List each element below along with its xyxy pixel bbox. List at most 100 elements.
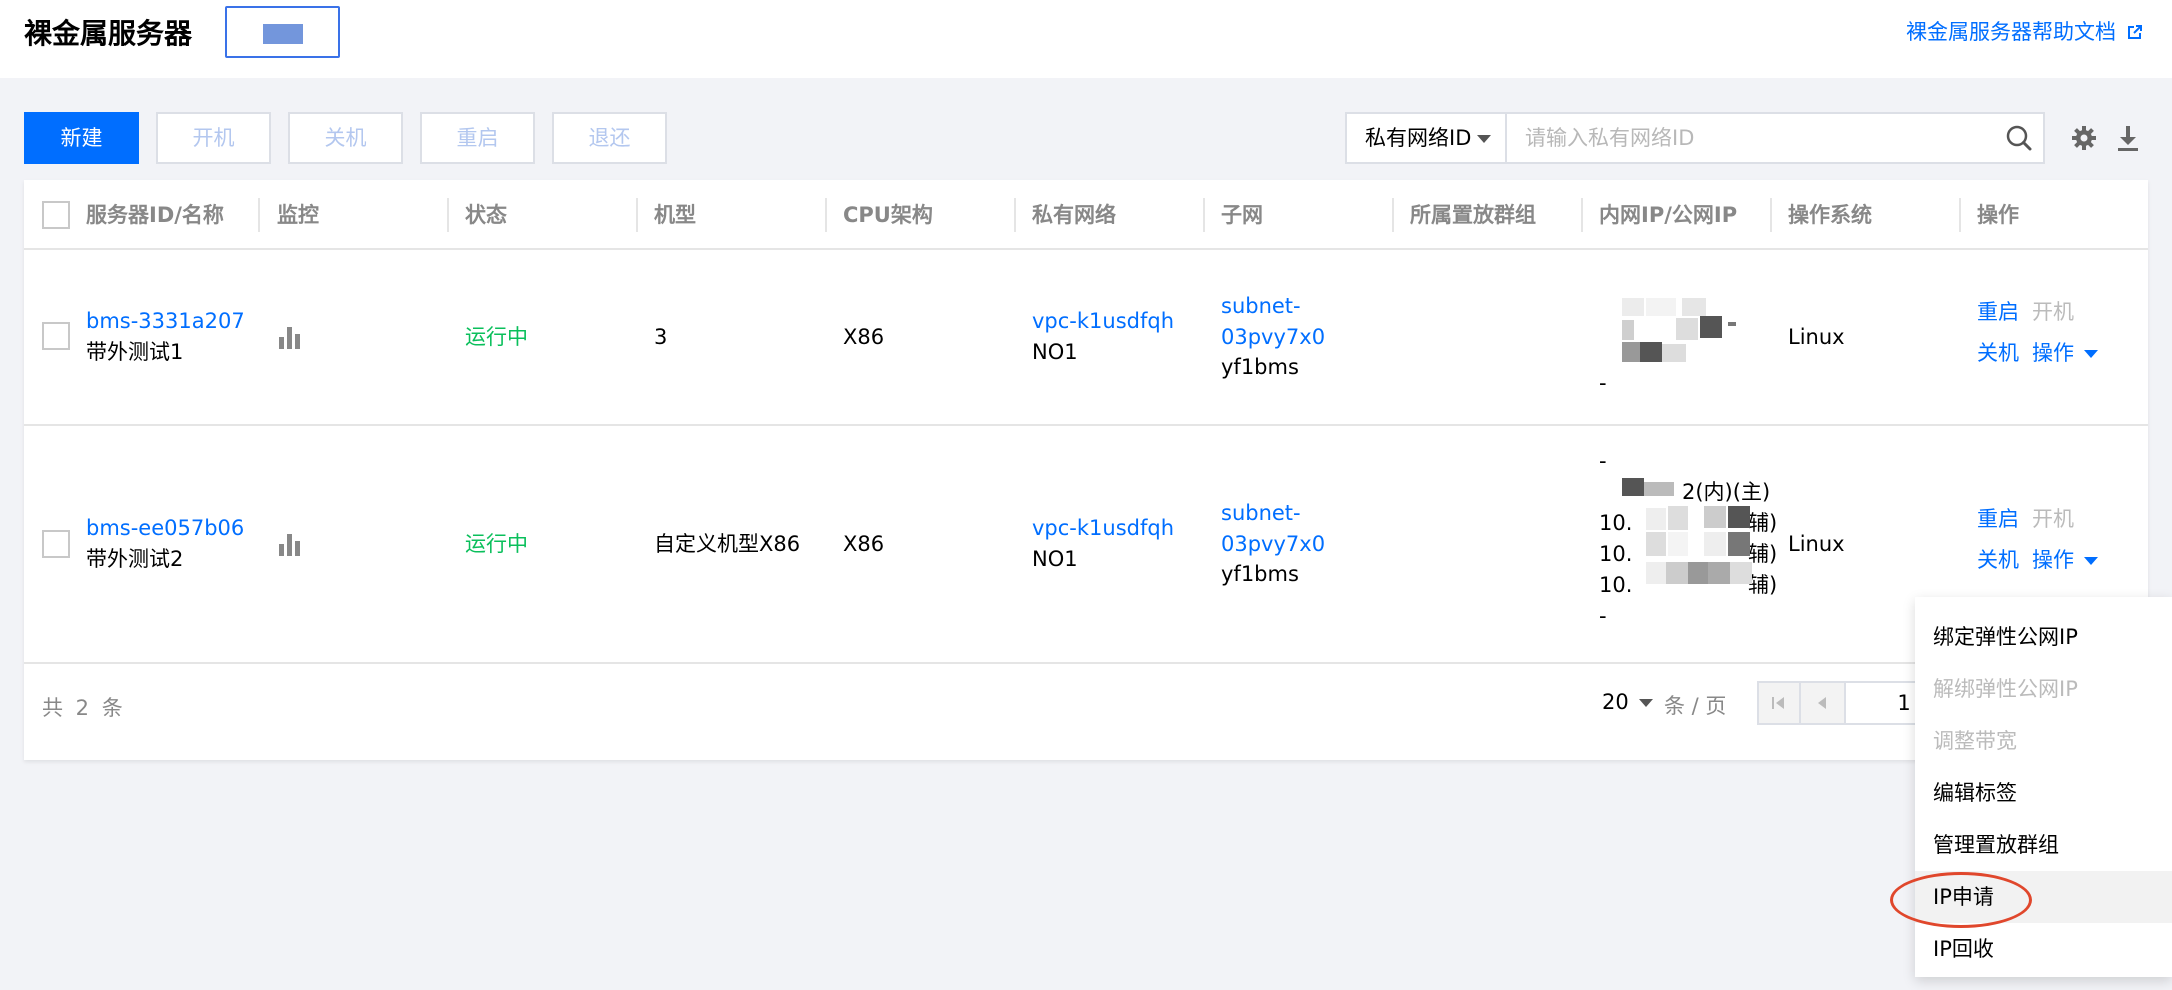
vpc-link[interactable]: vpc-k1usdfqh bbox=[1032, 513, 1174, 544]
column-header: 子网 bbox=[1221, 203, 1263, 227]
row-checkbox[interactable] bbox=[42, 530, 70, 558]
ip-text: - bbox=[1599, 449, 1607, 473]
chevron-down-icon bbox=[2084, 557, 2098, 565]
server-table: 服务器ID/名称 监控 状态 机型 CPU架构 私有网络 子网 所属置放群组 内… bbox=[24, 180, 2148, 760]
restart-link[interactable]: 重启 bbox=[1977, 297, 2019, 328]
page-size-value: 20 bbox=[1602, 690, 1629, 714]
page-size-unit: 条 / 页 bbox=[1664, 694, 1727, 718]
page-title: 裸金属服务器 bbox=[24, 17, 193, 50]
download-icon[interactable] bbox=[2114, 124, 2142, 152]
column-divider bbox=[1203, 198, 1205, 232]
column-divider bbox=[1392, 198, 1394, 232]
subnet-link[interactable]: subnet- bbox=[1221, 291, 1301, 322]
total-count: 共 2 条 bbox=[42, 696, 126, 720]
first-page-button[interactable] bbox=[1757, 681, 1801, 725]
chevron-down-icon bbox=[2084, 350, 2098, 358]
row-checkbox[interactable] bbox=[42, 322, 70, 350]
vpc-name: NO1 bbox=[1032, 340, 1078, 364]
gear-icon[interactable] bbox=[2070, 124, 2098, 152]
column-header: 操作 bbox=[1977, 203, 2019, 227]
column-divider bbox=[636, 198, 638, 232]
monitor-chart-icon[interactable] bbox=[277, 325, 301, 349]
power-on-link[interactable]: 开机 bbox=[2032, 297, 2074, 328]
search-field-select[interactable]: 私有网络ID bbox=[1345, 112, 1507, 164]
server-name: 带外测试1 bbox=[86, 340, 184, 364]
power-on-link[interactable]: 开机 bbox=[2032, 504, 2074, 535]
column-header: CPU架构 bbox=[843, 203, 933, 227]
column-header: 监控 bbox=[277, 203, 319, 227]
cpu-arch-text: X86 bbox=[843, 532, 885, 556]
menu-item-ip-recycle[interactable]: IP回收 bbox=[1915, 923, 2172, 975]
column-divider bbox=[1770, 198, 1772, 232]
external-link-icon bbox=[2128, 25, 2142, 39]
chevron-down-icon bbox=[1638, 699, 1653, 707]
search-bar: 私有网络ID bbox=[1345, 112, 2045, 164]
status-text: 运行中 bbox=[465, 325, 528, 349]
restart-link[interactable]: 重启 bbox=[1977, 504, 2019, 535]
more-actions-label: 操作 bbox=[2032, 341, 2074, 365]
new-button[interactable]: 新建 bbox=[24, 112, 139, 164]
menu-item-edit-tags[interactable]: 编辑标签 bbox=[1915, 767, 2172, 819]
server-name: 带外测试2 bbox=[86, 547, 184, 571]
return-button[interactable]: 退还 bbox=[552, 112, 667, 164]
prev-page-icon bbox=[1818, 697, 1826, 709]
power-off-link[interactable]: 关机 bbox=[1977, 338, 2019, 369]
os-text: Linux bbox=[1788, 325, 1845, 349]
more-actions-dropdown[interactable]: 操作 bbox=[2032, 545, 2098, 576]
model-text: 自定义机型X86 bbox=[654, 532, 801, 556]
restart-button[interactable]: 重启 bbox=[420, 112, 535, 164]
monitor-chart-icon[interactable] bbox=[277, 532, 301, 556]
search-input[interactable] bbox=[1507, 112, 2045, 164]
status-text: 运行中 bbox=[465, 532, 528, 556]
power-off-button[interactable]: 关机 bbox=[288, 112, 403, 164]
vpc-link[interactable]: vpc-k1usdfqh bbox=[1032, 306, 1174, 337]
server-id-link[interactable]: bms-3331a207 bbox=[86, 306, 245, 337]
column-divider bbox=[825, 198, 827, 232]
model-text: 3 bbox=[654, 325, 668, 349]
column-divider bbox=[1581, 198, 1583, 232]
table-row: bms-ee057b06 带外测试2 运行中 自定义机型X86 X86 vpc-… bbox=[24, 426, 2148, 664]
column-header: 操作系统 bbox=[1788, 203, 1872, 227]
column-divider bbox=[1014, 198, 1016, 232]
help-doc-link-label: 裸金属服务器帮助文档 bbox=[1906, 20, 2116, 44]
column-header: 私有网络 bbox=[1032, 203, 1116, 227]
chevron-down-icon bbox=[1477, 135, 1491, 143]
select-all-checkbox[interactable] bbox=[42, 201, 70, 229]
os-text: Linux bbox=[1788, 532, 1845, 556]
column-divider bbox=[258, 198, 260, 232]
power-on-button[interactable]: 开机 bbox=[156, 112, 271, 164]
subnet-name: yf1bms bbox=[1221, 562, 1299, 586]
more-actions-label: 操作 bbox=[2032, 548, 2074, 572]
redacted-ip-block bbox=[1622, 298, 1752, 364]
server-id-link[interactable]: bms-ee057b06 bbox=[86, 513, 244, 544]
column-header: 服务器ID/名称 bbox=[86, 203, 224, 227]
menu-item-unbind-eip[interactable]: 解绑弹性公网IP bbox=[1915, 663, 2172, 715]
page-header: 裸金属服务器 裸金属服务器帮助文档 bbox=[0, 0, 2172, 78]
prev-page-button[interactable] bbox=[1799, 681, 1846, 725]
menu-item-adjust-bandwidth[interactable]: 调整带宽 bbox=[1915, 715, 2172, 767]
column-header: 内网IP/公网IP bbox=[1599, 203, 1738, 227]
region-selector[interactable] bbox=[225, 6, 340, 58]
first-page-icon bbox=[1772, 697, 1784, 709]
search-icon[interactable] bbox=[2005, 124, 2033, 152]
subnet-link[interactable]: 03pvy7x0 bbox=[1221, 322, 1325, 353]
help-doc-link[interactable]: 裸金属服务器帮助文档 bbox=[1906, 18, 2144, 46]
cpu-arch-text: X86 bbox=[843, 325, 885, 349]
table-header: 服务器ID/名称 监控 状态 机型 CPU架构 私有网络 子网 所属置放群组 内… bbox=[24, 180, 2148, 250]
page-size-select[interactable]: 20 bbox=[1602, 690, 1653, 714]
ip-text: - bbox=[1599, 604, 1607, 628]
more-actions-dropdown[interactable]: 操作 bbox=[2032, 338, 2098, 369]
subnet-link[interactable]: 03pvy7x0 bbox=[1221, 529, 1325, 560]
column-divider bbox=[1959, 198, 1961, 232]
subnet-name: yf1bms bbox=[1221, 355, 1299, 379]
table-row: bms-3331a207 带外测试1 运行中 3 X86 vpc-k1usdfq… bbox=[24, 250, 2148, 426]
subnet-link[interactable]: subnet- bbox=[1221, 498, 1301, 529]
column-divider bbox=[447, 198, 449, 232]
power-off-link[interactable]: 关机 bbox=[1977, 545, 2019, 576]
redacted-region-label bbox=[263, 24, 303, 44]
redacted-ip-block bbox=[1622, 478, 1774, 602]
menu-item-manage-placement-group[interactable]: 管理置放群组 bbox=[1915, 819, 2172, 871]
annotation-circle bbox=[1890, 872, 2032, 928]
column-header: 状态 bbox=[465, 203, 507, 227]
menu-item-bind-eip[interactable]: 绑定弹性公网IP bbox=[1915, 611, 2172, 663]
